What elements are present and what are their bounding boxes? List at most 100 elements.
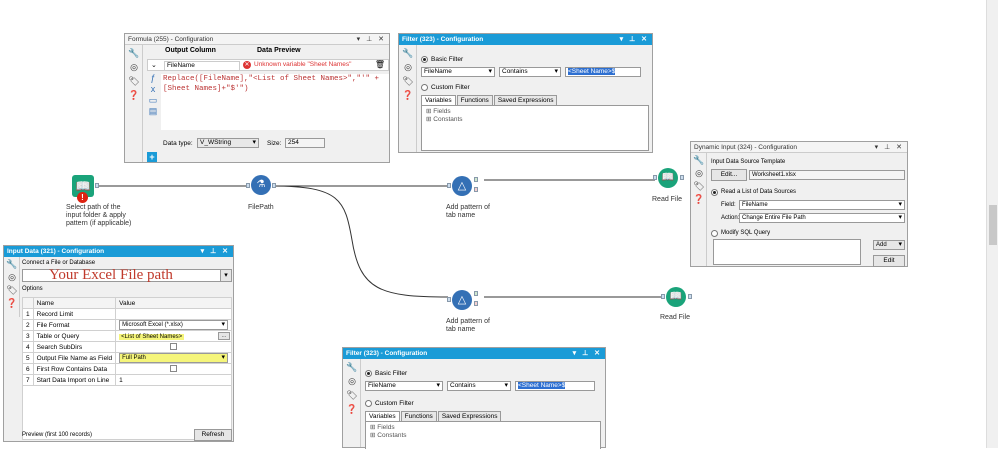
table-row[interactable]: 3 Table or Query <List of Sheet Names>..…	[22, 330, 232, 342]
filter-tool-1[interactable]: △	[452, 176, 472, 196]
tab-variables[interactable]: Variables	[421, 95, 456, 105]
function-icon[interactable]: ƒ	[147, 73, 159, 84]
vertical-scrollbar[interactable]	[986, 0, 998, 448]
table-row[interactable]: 2 File Format Microsoft Excel (*.xlsx)	[22, 319, 232, 331]
row-value[interactable]	[115, 308, 232, 320]
search-subdirs-checkbox[interactable]	[170, 342, 178, 350]
chevron-down-icon[interactable]: ▾	[220, 270, 231, 281]
edit-template-button[interactable]: Edit...	[711, 169, 747, 181]
action-select[interactable]: Change Entire File Path	[739, 213, 905, 223]
table-row[interactable]: 4 Search SubDirs	[22, 341, 232, 353]
datatype-select[interactable]: V_WString	[197, 138, 259, 148]
basic-filter-radio[interactable]	[421, 56, 428, 63]
refresh-button[interactable]: Refresh	[194, 429, 232, 441]
tree-node-constants[interactable]: ⊞ Constants	[426, 116, 644, 124]
tag-icon[interactable]: 🏷	[693, 181, 705, 192]
delete-icon[interactable]: 🗑	[375, 60, 385, 69]
connect-file-field[interactable]: Your Excel File path ▾	[22, 267, 232, 283]
help-icon[interactable]: ❓	[6, 298, 18, 309]
window-controls[interactable]: ▾ ⊥ ✕	[201, 246, 230, 257]
size-field[interactable]: 254	[285, 138, 325, 148]
input-anchor[interactable]	[661, 294, 665, 299]
input-anchor[interactable]	[447, 297, 451, 302]
add-dropdown-button[interactable]: Add	[873, 240, 905, 250]
input-anchor[interactable]	[246, 183, 250, 188]
wrench-icon[interactable]: 🔧	[128, 48, 140, 59]
window-controls[interactable]: ▾ ⊥ ✕	[573, 348, 602, 359]
filter-field-select[interactable]: FileName	[365, 381, 443, 391]
tag-icon[interactable]: 🏷	[402, 76, 414, 87]
filter-operator-select[interactable]: Contains	[499, 67, 561, 77]
table-row[interactable]: 7 Start Data Import on Line 1	[22, 374, 232, 386]
target-icon[interactable]: ◎	[402, 62, 414, 73]
formula-expression-editor[interactable]: Replace([FileName],"<List of Sheet Names…	[161, 74, 389, 130]
help-icon[interactable]: ❓	[346, 404, 358, 415]
help-icon[interactable]: ❓	[402, 90, 414, 101]
tag-icon[interactable]: 🏷	[128, 76, 140, 87]
help-icon[interactable]: ❓	[693, 194, 705, 205]
formula-tool[interactable]: ⚗	[251, 175, 271, 195]
false-anchor[interactable]	[474, 301, 478, 306]
true-anchor[interactable]	[474, 291, 478, 296]
target-icon[interactable]: ◎	[128, 62, 140, 73]
variable-icon[interactable]: x	[147, 84, 159, 95]
wrench-icon[interactable]: 🔧	[6, 259, 18, 270]
filter-operator-select[interactable]: Contains	[447, 381, 511, 391]
save-icon[interactable]: ▭	[147, 95, 159, 106]
tab-variables[interactable]: Variables	[365, 411, 400, 421]
tree-node-fields[interactable]: ⊞ Fields	[426, 108, 644, 116]
custom-filter-radio[interactable]	[365, 400, 372, 407]
browse-button[interactable]: ...	[218, 332, 230, 340]
filter-tool-2[interactable]: △	[452, 290, 472, 310]
field-select[interactable]: FileName	[739, 200, 905, 210]
target-icon[interactable]: ◎	[6, 272, 18, 283]
basic-filter-radio[interactable]	[365, 370, 372, 377]
formula-row[interactable]: ⌄ FileName ✕ Unknown variable "Sheet Nam…	[147, 59, 389, 71]
table-row[interactable]: 1 Record Limit	[22, 308, 232, 320]
file-format-select[interactable]: Microsoft Excel (*.xlsx)	[119, 320, 228, 330]
wrench-icon[interactable]: 🔧	[346, 362, 358, 373]
tab-functions[interactable]: Functions	[456, 95, 493, 105]
tag-icon[interactable]: 🏷	[6, 285, 18, 296]
true-anchor[interactable]	[474, 177, 478, 182]
row-value[interactable]: Microsoft Excel (*.xlsx)	[115, 319, 232, 331]
read-list-radio[interactable]	[711, 189, 718, 196]
window-controls[interactable]: ▾ ⊥ ✕	[357, 34, 386, 44]
first-row-checkbox[interactable]	[170, 364, 178, 372]
filter-value-field[interactable]: <Sheet Name>$	[565, 67, 641, 77]
tab-saved-expressions[interactable]: Saved Expressions	[437, 411, 502, 421]
output-filename-select[interactable]: Full Path	[119, 353, 228, 363]
row-value[interactable]: <List of Sheet Names>...	[115, 330, 232, 342]
sql-list[interactable]	[713, 239, 861, 265]
table-row[interactable]: 6 First Row Contains Data	[22, 363, 232, 375]
output-anchor[interactable]	[680, 175, 684, 180]
output-anchor[interactable]	[272, 183, 276, 188]
row-value[interactable]: 1	[115, 374, 232, 386]
target-icon[interactable]: ◎	[693, 168, 705, 179]
chevron-down-icon[interactable]: ⌄	[151, 61, 157, 69]
tree-node-fields[interactable]: ⊞ Fields	[370, 424, 596, 432]
window-controls[interactable]: ▾ ⊥ ✕	[620, 34, 649, 45]
tree-node-constants[interactable]: ⊞ Constants	[370, 432, 596, 440]
input-anchor[interactable]	[447, 183, 451, 188]
tab-functions[interactable]: Functions	[400, 411, 437, 421]
target-icon[interactable]: ◎	[346, 376, 358, 387]
filter-value-field[interactable]: <Sheet Name>$	[515, 381, 595, 391]
wrench-icon[interactable]: 🔧	[402, 48, 414, 59]
help-icon[interactable]: ❓	[128, 90, 140, 101]
output-anchor[interactable]	[688, 294, 692, 299]
modify-sql-radio[interactable]	[711, 230, 718, 237]
add-formula-button[interactable]: +	[147, 152, 157, 162]
tab-saved-expressions[interactable]: Saved Expressions	[493, 95, 558, 105]
filter-field-select[interactable]: FileName	[421, 67, 495, 77]
custom-filter-radio[interactable]	[421, 84, 428, 91]
wrench-icon[interactable]: 🔧	[693, 155, 705, 166]
input-anchor[interactable]	[653, 175, 657, 180]
dynamic-input-tool-2[interactable]: 📖	[666, 287, 686, 307]
false-anchor[interactable]	[474, 187, 478, 192]
dynamic-input-tool-1[interactable]: 📖	[658, 168, 678, 188]
row-value[interactable]	[115, 341, 232, 353]
history-icon[interactable]: ▤	[147, 106, 159, 117]
scrollbar-thumb[interactable]	[989, 205, 997, 245]
edit-sql-button[interactable]: Edit	[873, 255, 905, 267]
